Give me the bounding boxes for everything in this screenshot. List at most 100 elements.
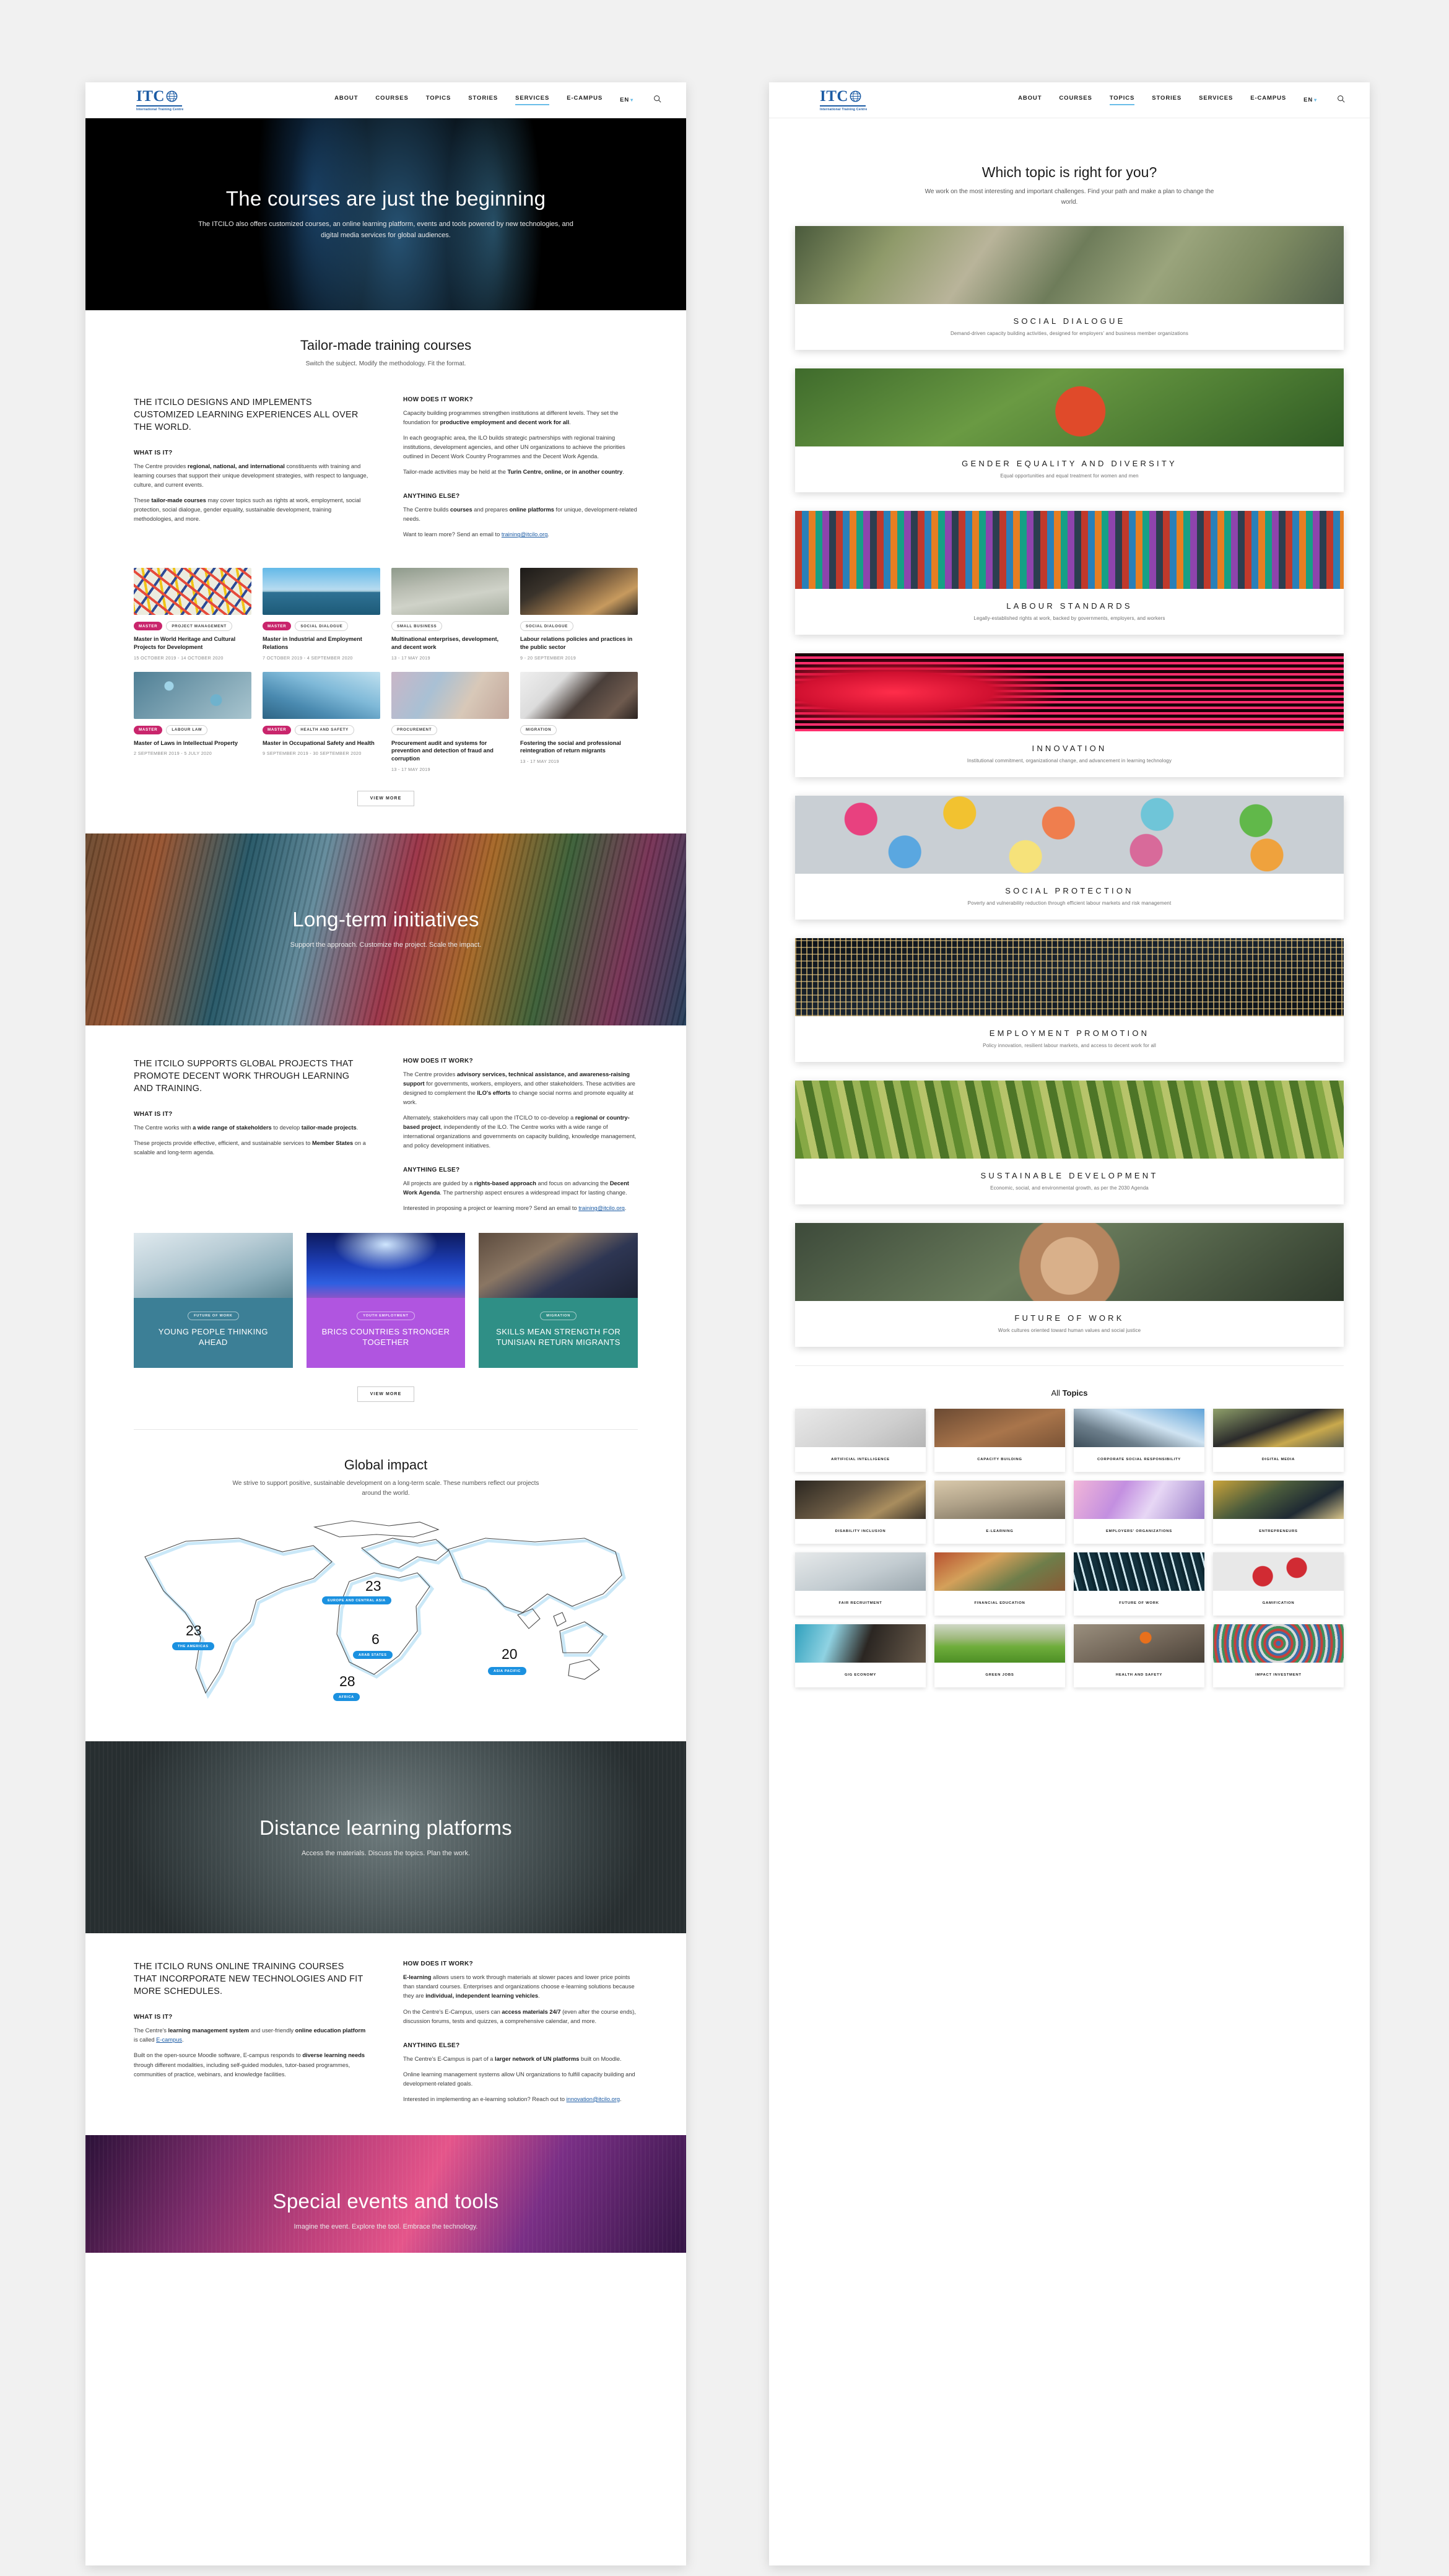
else-paragraph-3: Interested in implementing an e-learning… xyxy=(403,2095,622,2102)
topic-card-employment-promotion[interactable]: EMPLOYMENT PROMOTION Policy innovation, … xyxy=(795,938,1344,1062)
topic-subtitle: Poverty and vulnerability reduction thro… xyxy=(967,900,1172,906)
topic-title: GENDER EQUALITY AND DIVERSITY xyxy=(962,459,1177,468)
course-card[interactable]: MASTER PROJECT MANAGEMENT Master in Worl… xyxy=(134,568,251,661)
nav-item-about[interactable]: ABOUT xyxy=(1018,95,1042,105)
initiative-card[interactable]: FUTURE OF WORK YOUNG PEOPLE THINKING AHE… xyxy=(134,1233,293,1368)
nav-item-topics[interactable]: TOPICS xyxy=(1109,95,1135,105)
global-impact-head: Global impact We strive to support posit… xyxy=(85,1430,686,1505)
mini-topic-card[interactable]: IMPACT INVESTMENT xyxy=(1213,1624,1344,1687)
topic-card-social-protection[interactable]: SOCIAL PROTECTION Poverty and vulnerabil… xyxy=(795,796,1344,920)
training-email-link[interactable]: training@itcilo.org xyxy=(578,1205,625,1211)
topic-card-gender-equality[interactable]: GENDER EQUALITY AND DIVERSITY Equal oppo… xyxy=(795,368,1344,492)
world-map-svg xyxy=(144,1520,626,1699)
search-icon[interactable] xyxy=(1337,95,1345,106)
nav-item-ecampus[interactable]: E-CAMPUS xyxy=(567,95,603,105)
ecampus-link[interactable]: E-campus xyxy=(156,2037,182,2043)
language-selector[interactable]: EN ▾ xyxy=(620,97,633,103)
view-more-initiatives-button[interactable]: VIEW MORE xyxy=(357,1386,415,1403)
how-paragraph-3: Tailor-made activities may be held at th… xyxy=(403,469,624,476)
mini-topic-image xyxy=(795,1409,926,1447)
nav-item-stories[interactable]: STORIES xyxy=(1152,95,1181,105)
language-selector[interactable]: EN ▾ xyxy=(1303,97,1317,103)
else-paragraph-1: The Centre builds courses and prepares o… xyxy=(403,507,637,523)
what-is-it-heading: WHAT IS IT? xyxy=(134,2014,173,2021)
topic-card-future-of-work[interactable]: FUTURE OF WORK Work cultures oriented to… xyxy=(795,1223,1344,1347)
master-badge: MASTER xyxy=(134,725,163,734)
mini-topic-card[interactable]: CAPACITY BUILDING xyxy=(934,1409,1065,1472)
impact-number-africa: 28 xyxy=(339,1673,355,1690)
course-card[interactable]: MASTER SOCIAL DIALOGUE Master in Industr… xyxy=(263,568,380,661)
mini-topic-label: GIG ECONOMY xyxy=(844,1673,877,1677)
course-card[interactable]: MASTER HEALTH AND SAFETY Master in Occup… xyxy=(263,671,380,772)
impact-label-arab: ARAB STATES xyxy=(353,1651,393,1660)
initiative-card[interactable]: YOUTH EMPLOYMENT BRICS COUNTRIES STRONGE… xyxy=(306,1233,466,1368)
how-paragraph-2: Alternately, stakeholders may call upon … xyxy=(403,1115,637,1149)
topic-subtitle: Equal opportunities and equal treatment … xyxy=(1000,473,1139,479)
mini-topic-caption: DIGITAL MEDIA xyxy=(1213,1447,1344,1472)
logo-text: ITC xyxy=(820,88,848,105)
course-card[interactable]: SMALL BUSINESS Multinational enterprises… xyxy=(391,568,509,661)
topic-badge: SMALL BUSINESS xyxy=(391,621,443,632)
search-icon[interactable] xyxy=(653,95,661,106)
course-card[interactable]: PROCUREMENT Procurement audit and system… xyxy=(391,671,509,772)
course-thumbnail xyxy=(263,671,380,719)
mini-topic-card[interactable]: GIG ECONOMY xyxy=(795,1624,926,1687)
nav-item-courses[interactable]: COURSES xyxy=(1059,95,1092,105)
what-is-it-paragraph-1: The Centre provides regional, national, … xyxy=(134,463,368,489)
topic-caption: SOCIAL PROTECTION Poverty and vulnerabil… xyxy=(795,874,1344,920)
topic-card-sustainable-development[interactable]: SUSTAINABLE DEVELOPMENT Economic, social… xyxy=(795,1081,1344,1204)
course-card[interactable]: MASTER LABOUR LAW Master of Laws in Inte… xyxy=(134,671,251,772)
nav-item-courses[interactable]: COURSES xyxy=(375,95,408,105)
mini-topic-image xyxy=(934,1409,1065,1447)
topic-card-labour-standards[interactable]: LABOUR STANDARDS Legally-established rig… xyxy=(795,511,1344,635)
mini-topic-card[interactable]: HEALTH AND SAFETY xyxy=(1074,1624,1204,1687)
itc-logo[interactable]: ITC International Training Centre xyxy=(136,89,183,111)
topic-card-innovation[interactable]: INNOVATION Institutional commitment, org… xyxy=(795,653,1344,777)
mini-topic-card[interactable]: GAMIFICATION xyxy=(1213,1552,1344,1616)
topic-card-social-dialogue[interactable]: SOCIAL DIALOGUE Demand-driven capacity b… xyxy=(795,226,1344,350)
hero-title: Distance learning platforms xyxy=(259,1816,512,1839)
nav-item-ecampus[interactable]: E-CAMPUS xyxy=(1250,95,1286,105)
initiative-card-grid: FUTURE OF WORK YOUNG PEOPLE THINKING AHE… xyxy=(85,1219,686,1368)
topic-image xyxy=(795,796,1344,874)
mini-topic-card[interactable]: CORPORATE SOCIAL RESPONSIBILITY xyxy=(1074,1409,1204,1472)
nav-item-stories[interactable]: STORIES xyxy=(468,95,498,105)
hero-title: Special events and tools xyxy=(272,2189,499,2213)
distance-right-column: HOW DOES IT WORK? E-learning allows user… xyxy=(403,1960,638,2110)
mini-topic-card[interactable]: GREEN JOBS xyxy=(934,1624,1065,1687)
mini-topic-caption: CAPACITY BUILDING xyxy=(934,1447,1065,1472)
mini-topic-caption: FAIR RECRUITMENT xyxy=(795,1591,926,1616)
training-email-link[interactable]: training@itcilo.org xyxy=(502,531,548,537)
innovation-email-link[interactable]: innovation@itcilo.org xyxy=(567,2096,620,2102)
impact-label-asia: ASIA PACIFIC xyxy=(488,1667,526,1676)
course-card[interactable]: SOCIAL DIALOGUE Labour relations policie… xyxy=(520,568,638,661)
mini-topic-card[interactable]: FAIR RECRUITMENT xyxy=(795,1552,926,1616)
mini-topic-card[interactable]: FUTURE OF WORK xyxy=(1074,1552,1204,1616)
mini-topic-label: DIGITAL MEDIA xyxy=(1261,1457,1295,1461)
course-thumbnail xyxy=(134,568,251,616)
mini-topic-card[interactable]: EMPLOYERS' ORGANIZATIONS xyxy=(1074,1481,1204,1544)
topic-title: INNOVATION xyxy=(1032,744,1107,753)
view-more-courses-button[interactable]: VIEW MORE xyxy=(357,790,415,806)
else-paragraph-2: Interested in proposing a project or lea… xyxy=(403,1205,627,1212)
itc-logo[interactable]: ITC International Training Centre xyxy=(820,89,867,111)
nav-item-about[interactable]: ABOUT xyxy=(334,95,358,105)
course-card[interactable]: MIGRATION Fostering the social and profe… xyxy=(520,671,638,772)
what-is-it-heading: WHAT IS IT? xyxy=(134,1110,173,1118)
mini-topic-card[interactable]: ARTIFICIAL INTELLIGENCE xyxy=(795,1409,926,1472)
nav-item-services[interactable]: SERVICES xyxy=(515,95,550,105)
mini-topic-card[interactable]: DIGITAL MEDIA xyxy=(1213,1409,1344,1472)
mini-topic-card[interactable]: ENTREPRENEURS xyxy=(1213,1481,1344,1544)
course-title: Master in World Heritage and Cultural Pr… xyxy=(134,636,236,651)
main-nav: ABOUT COURSES TOPICS STORIES SERVICES E-… xyxy=(334,95,661,106)
mini-topic-card[interactable]: FINANCIAL EDUCATION xyxy=(934,1552,1065,1616)
mini-topic-card[interactable]: E-LEARNING xyxy=(934,1481,1065,1544)
initiative-card[interactable]: MIGRATION SKILLS MEAN STRENGTH FOR TUNIS… xyxy=(479,1233,638,1368)
topic-title: LABOUR STANDARDS xyxy=(1006,601,1133,611)
topic-title: SOCIAL DIALOGUE xyxy=(1013,316,1126,326)
nav-item-services[interactable]: SERVICES xyxy=(1199,95,1233,105)
what-paragraph-2: These projects provide effective, effici… xyxy=(134,1139,366,1155)
nav-item-topics[interactable]: TOPICS xyxy=(426,95,451,105)
mini-topic-card[interactable]: DISABILITY INCLUSION xyxy=(795,1481,926,1544)
mini-topic-image xyxy=(1213,1481,1344,1519)
